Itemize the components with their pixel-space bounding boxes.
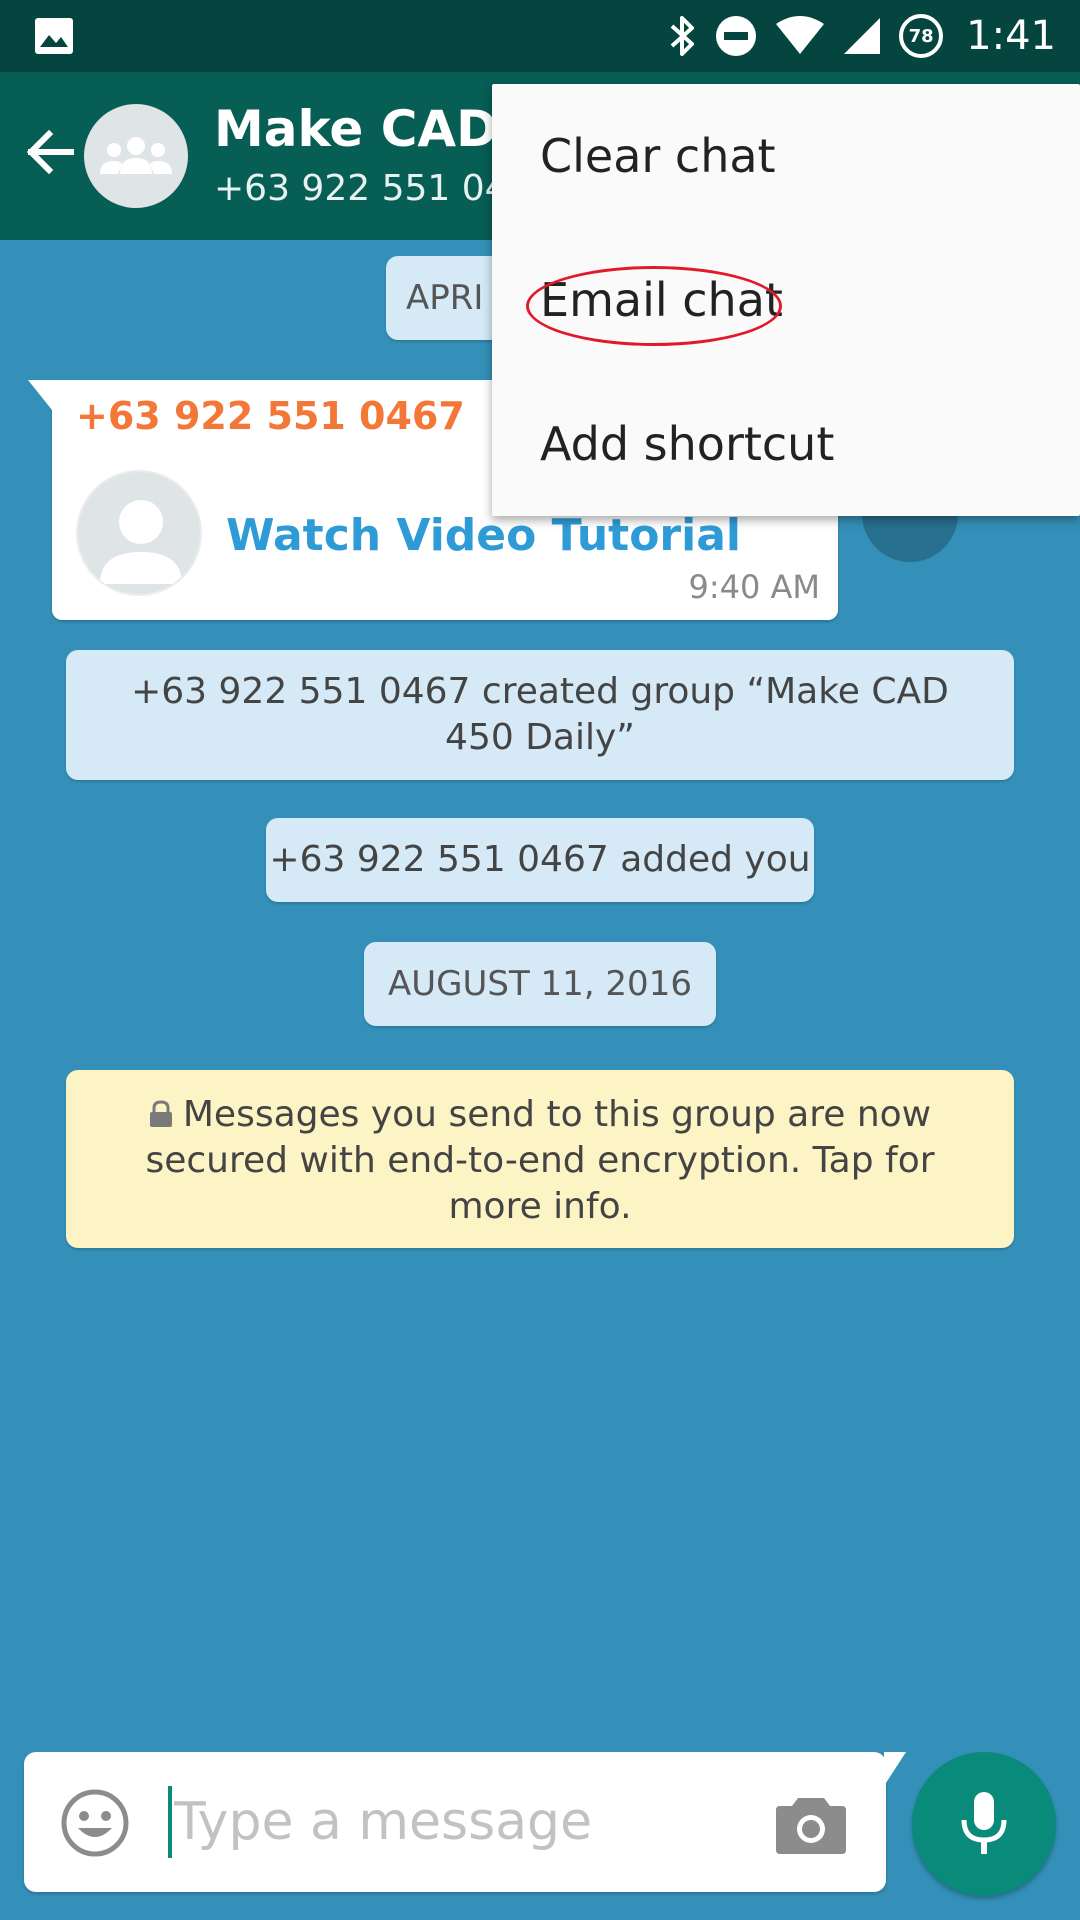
emoji-icon[interactable]: [60, 1788, 130, 1858]
battery-level: 78: [908, 25, 934, 47]
text-cursor: [168, 1786, 172, 1858]
do-not-disturb-icon: [716, 16, 757, 56]
system-message-created: +63 922 551 0467 created group “Make CAD…: [66, 650, 1014, 780]
menu-item-add-shortcut[interactable]: Add shortcut: [492, 372, 1080, 516]
message-sender[interactable]: +63 922 551 0467: [76, 394, 465, 438]
date-chip: AUGUST 11, 2016: [364, 942, 716, 1026]
contact-card-avatar: [76, 470, 202, 596]
status-time: 1:41: [966, 13, 1056, 59]
bubble-tail: [28, 380, 52, 410]
mic-icon: [961, 1792, 1007, 1854]
message-link[interactable]: Watch Video Tutorial: [226, 510, 741, 561]
menu-item-clear-chat[interactable]: Clear chat: [492, 84, 1080, 228]
composer-tail: [884, 1752, 906, 1786]
encryption-notice-text: Messages you send to this group are now …: [145, 1094, 935, 1227]
menu-item-email-chat[interactable]: Email chat: [492, 228, 1080, 372]
back-button[interactable]: [18, 120, 82, 184]
image-icon: [35, 18, 73, 54]
lock-icon: [149, 1100, 172, 1127]
person-icon: [100, 500, 182, 584]
overflow-menu: Clear chat Email chat Add shortcut: [492, 84, 1080, 516]
encryption-notice[interactable]: Messages you send to this group are now …: [66, 1070, 1014, 1248]
message-time: 9:40 AM: [688, 568, 820, 606]
message-input[interactable]: [174, 1776, 774, 1868]
group-avatar[interactable]: [84, 104, 188, 208]
menu-item-label: Email chat: [540, 273, 783, 327]
system-message-added: +63 922 551 0467 added you: [266, 818, 814, 902]
group-icon: [100, 137, 172, 174]
status-icons: 78 1:41: [668, 0, 1056, 72]
camera-icon[interactable]: [776, 1792, 846, 1854]
arrow-left-icon: [26, 129, 74, 175]
chat-subtitle[interactable]: +63 922 551 046: [214, 168, 530, 209]
bluetooth-icon: [670, 16, 695, 56]
cellular-signal-icon: [844, 18, 881, 54]
voice-record-button[interactable]: [912, 1752, 1056, 1896]
battery-saver-icon: 78: [898, 13, 944, 59]
wifi-icon: [776, 16, 825, 54]
status-bar: 78 1:41: [0, 0, 1080, 72]
message-composer: [24, 1752, 906, 1892]
